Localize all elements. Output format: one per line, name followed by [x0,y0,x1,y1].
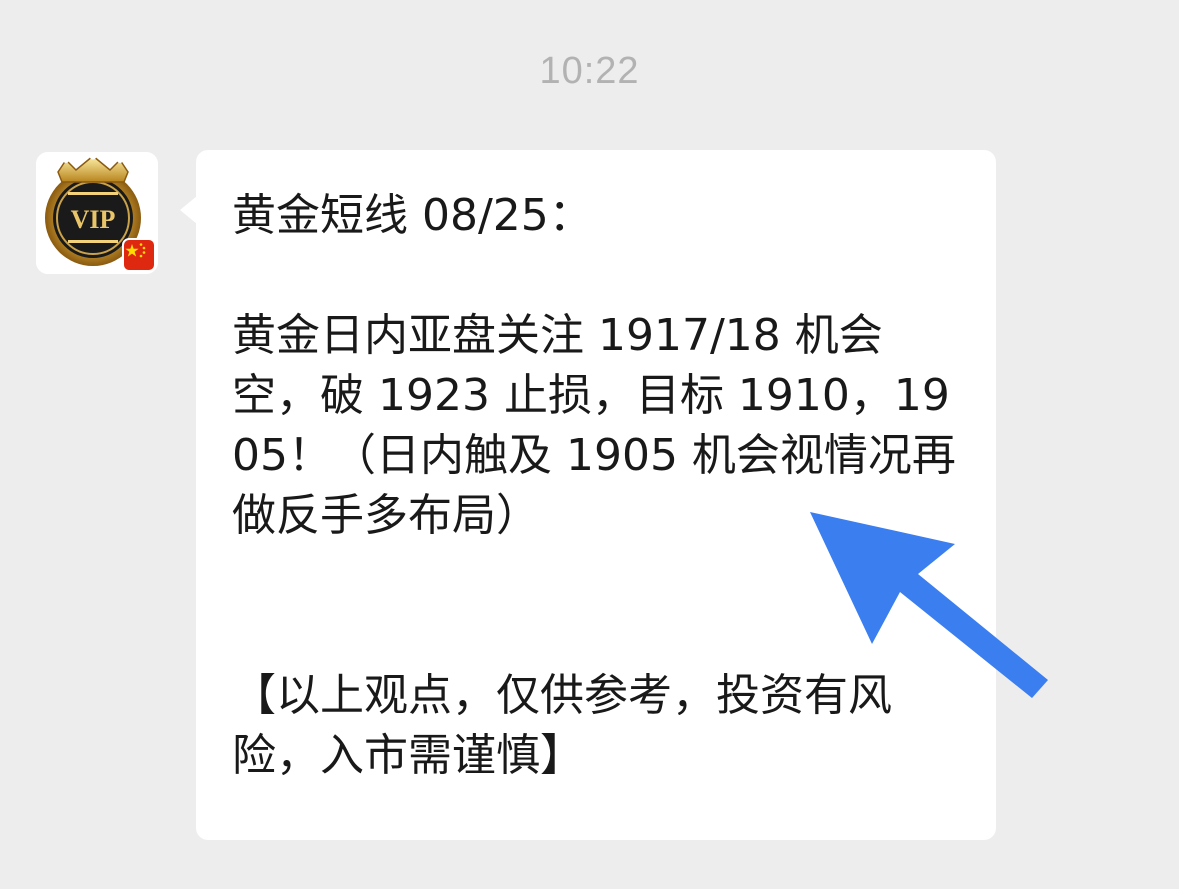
bubble-tail [180,196,197,224]
message-bubble[interactable]: 黄金短线 08/25： 黄金日内亚盘关注 1917/18 机会空，破 1923 … [196,150,996,840]
arrow-up-left-icon [810,512,1048,698]
china-flag-icon [122,238,156,272]
message-timestamp: 10:22 [539,50,640,92]
sender-avatar[interactable]: VIP [36,152,158,274]
vip-badge-text: VIP [71,205,116,234]
